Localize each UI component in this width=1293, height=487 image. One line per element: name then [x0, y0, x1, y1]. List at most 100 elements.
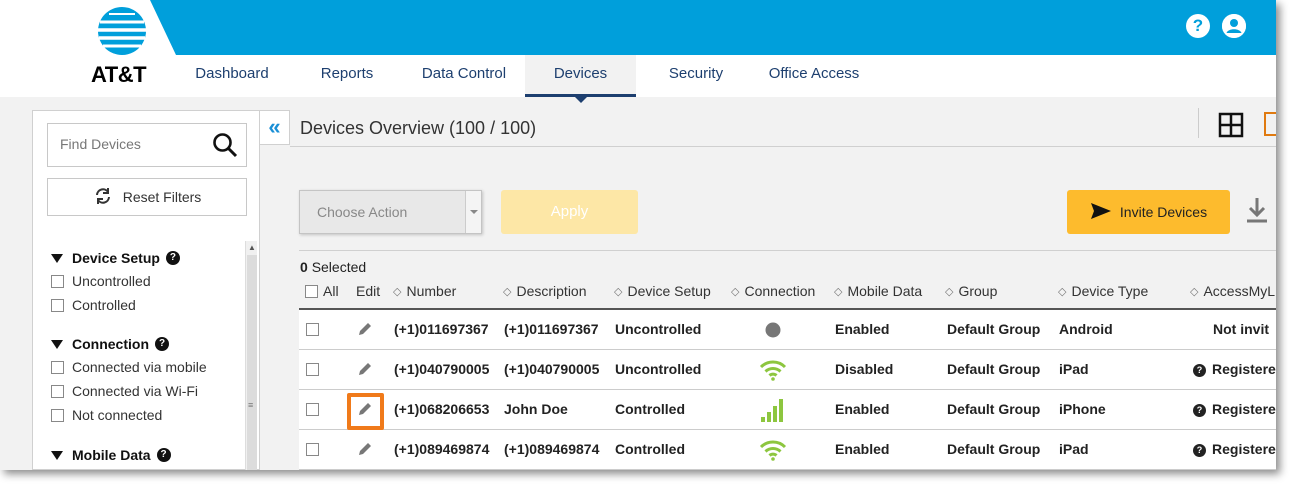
- nav-dashboard[interactable]: Dashboard: [180, 55, 284, 97]
- column-edit: Edit: [356, 283, 381, 299]
- cell-group: Default Group: [947, 321, 1041, 337]
- cell-description: (+1)011697367: [504, 321, 599, 337]
- page-title: Devices Overview (100 / 100): [300, 118, 537, 138]
- list-view-icon[interactable]: [1264, 112, 1276, 136]
- reset-filters-button[interactable]: Reset Filters: [47, 178, 247, 216]
- divider: [290, 146, 1276, 147]
- column-device-setup[interactable]: ◇ Device Setup: [614, 283, 711, 299]
- collapse-triangle-icon: [51, 339, 63, 349]
- cell-device-setup: Controlled: [615, 401, 685, 417]
- apply-button[interactable]: Apply: [501, 190, 638, 234]
- checkbox[interactable]: [51, 298, 64, 312]
- help-icon: ?: [1193, 364, 1206, 377]
- cell-device-setup: Uncontrolled: [615, 321, 702, 337]
- edit-highlight: [347, 393, 384, 430]
- column-connection[interactable]: ◇ Connection: [731, 283, 815, 299]
- column-mobile-data[interactable]: ◇ Mobile Data: [834, 283, 922, 299]
- filter-option-controlled[interactable]: Controlled: [51, 297, 136, 313]
- collapse-sidebar-button[interactable]: «: [260, 110, 290, 145]
- column-access[interactable]: ◇ AccessMyL: [1190, 283, 1275, 299]
- refresh-icon: [93, 186, 113, 209]
- nav-data-control[interactable]: Data Control: [406, 55, 522, 97]
- filter-option-connected-mobile[interactable]: Connected via mobile: [51, 359, 207, 375]
- cell-number: (+1)011697367: [394, 321, 489, 337]
- column-group[interactable]: ◇ Group: [945, 283, 997, 299]
- table-row[interactable]: (+1)040790005 (+1)040790005 Uncontrolled…: [299, 350, 1276, 390]
- filter-header-mobile-data[interactable]: Mobile Data ?: [51, 447, 171, 463]
- filter-sidebar: Reset Filters Device Setup ? Uncontrolle…: [32, 110, 260, 470]
- wifi-icon: [759, 359, 787, 384]
- cell-group: Default Group: [947, 361, 1041, 377]
- checkbox[interactable]: [51, 360, 64, 374]
- wifi-icon: [759, 439, 787, 464]
- help-icon: ?: [1193, 404, 1206, 417]
- checkbox[interactable]: [51, 384, 64, 398]
- header: AT&T ? Dashboard Reports Data Control De…: [0, 0, 1276, 103]
- help-icon[interactable]: ?: [155, 337, 169, 351]
- sort-icon: ◇: [393, 285, 402, 298]
- find-devices-input[interactable]: [60, 136, 210, 152]
- download-icon[interactable]: [1245, 196, 1269, 231]
- help-icon[interactable]: ?: [165, 251, 180, 265]
- filter-option-connected-wifi[interactable]: Connected via Wi-Fi: [51, 383, 198, 399]
- cell-number: (+1)068206653: [394, 401, 490, 417]
- filter-header-connection[interactable]: Connection ?: [51, 336, 169, 352]
- grid-view-icon[interactable]: [1218, 112, 1244, 143]
- nav-office-access[interactable]: Office Access: [756, 55, 872, 97]
- choose-action-select[interactable]: Choose Action: [299, 190, 482, 234]
- help-icon: ?: [1193, 444, 1206, 457]
- row-checkbox[interactable]: [306, 363, 319, 376]
- sort-icon: ◇: [503, 285, 512, 298]
- nav-security[interactable]: Security: [652, 55, 740, 97]
- cell-description: (+1)089469874: [504, 441, 600, 457]
- cell-description: John Doe: [504, 401, 568, 417]
- cell-device-type: iPad: [1059, 361, 1089, 377]
- column-description[interactable]: ◇ Description: [503, 283, 587, 299]
- scroll-up-icon[interactable]: ▲: [248, 243, 256, 252]
- cell-mobile-data: Enabled: [835, 441, 890, 457]
- pencil-icon[interactable]: [357, 441, 373, 462]
- select-all-checkbox[interactable]: [305, 284, 318, 298]
- pencil-icon[interactable]: [357, 361, 373, 382]
- cell-access: Not invit: [1213, 321, 1269, 337]
- cell-access: ? Registere: [1193, 441, 1276, 457]
- checkbox[interactable]: [51, 408, 64, 422]
- invite-devices-button[interactable]: Invite Devices: [1067, 190, 1230, 234]
- row-checkbox[interactable]: [306, 443, 319, 456]
- collapse-triangle-icon: [51, 450, 63, 460]
- search-icon[interactable]: [212, 132, 238, 163]
- filter-option-uncontrolled[interactable]: Uncontrolled: [51, 273, 151, 289]
- nav-reports[interactable]: Reports: [300, 55, 394, 97]
- table-row[interactable]: (+1)011697367 (+1)011697367 Uncontrolled…: [299, 310, 1276, 350]
- cell-access: ? Registere: [1193, 401, 1276, 417]
- cell-number: (+1)089469874: [394, 441, 490, 457]
- cell-group: Default Group: [947, 441, 1041, 457]
- column-all[interactable]: All: [305, 283, 339, 299]
- table-row[interactable]: (+1)068206653 John Doe Controlled Enable…: [299, 390, 1276, 430]
- row-checkbox[interactable]: [306, 403, 319, 416]
- sidebar-scrollbar[interactable]: ▲ ≡: [245, 241, 257, 470]
- help-icon[interactable]: ?: [156, 448, 171, 462]
- att-globe-icon[interactable]: [92, 6, 152, 61]
- row-checkbox[interactable]: [306, 323, 319, 336]
- nav-devices[interactable]: Devices: [525, 55, 636, 103]
- reset-filters-label: Reset Filters: [122, 189, 202, 205]
- pencil-icon[interactable]: [357, 321, 373, 342]
- column-number[interactable]: ◇ Number: [393, 283, 456, 299]
- sort-icon: ◇: [945, 285, 954, 298]
- chevron-down-icon[interactable]: [465, 191, 481, 233]
- search-box: [47, 123, 247, 167]
- user-icon[interactable]: [1222, 14, 1246, 38]
- cell-device-type: Android: [1059, 321, 1113, 337]
- filter-header-device-setup[interactable]: Device Setup ?: [51, 250, 180, 266]
- header-banner: [150, 0, 1276, 55]
- column-device-type[interactable]: ◇ Device Type: [1058, 283, 1148, 299]
- scrollbar-thumb[interactable]: [247, 255, 257, 470]
- question-icon[interactable]: ?: [1186, 14, 1210, 38]
- table-row[interactable]: (+1)089469874 (+1)089469874 Controlled E…: [299, 430, 1276, 470]
- sort-icon: ◇: [1190, 285, 1199, 298]
- filter-option-not-connected[interactable]: Not connected: [51, 407, 162, 423]
- cell-mobile-data: Enabled: [835, 321, 890, 337]
- divider: [1198, 108, 1199, 138]
- checkbox[interactable]: [51, 274, 64, 288]
